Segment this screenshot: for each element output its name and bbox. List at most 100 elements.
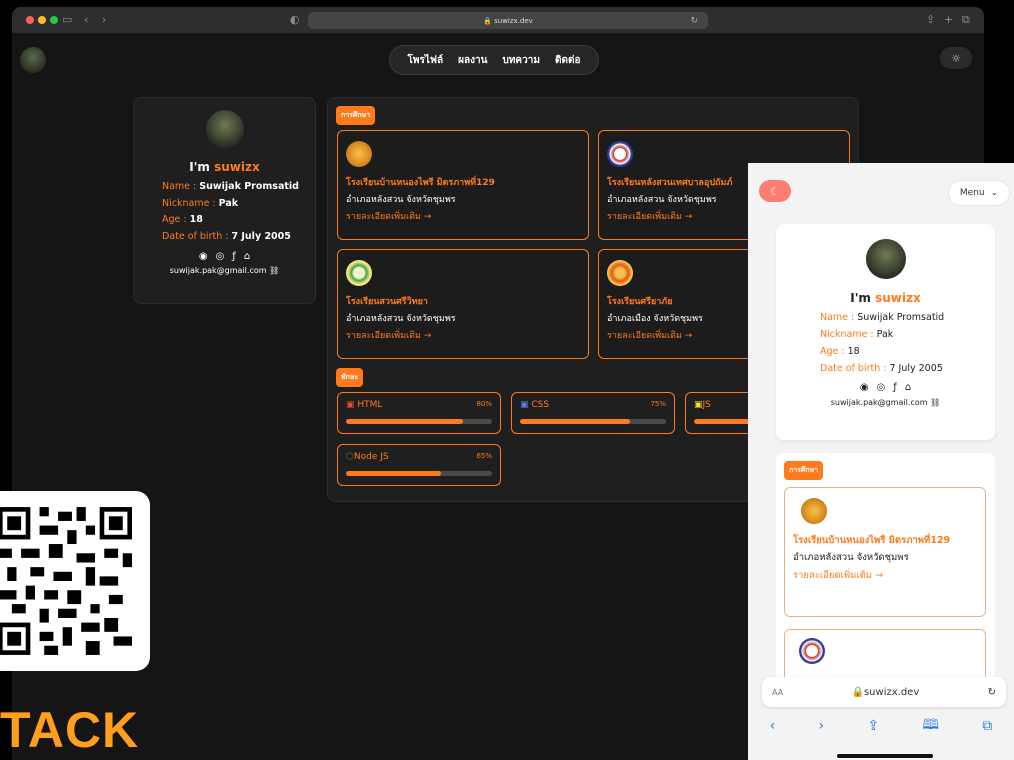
reload-icon[interactable]: ↻ [988, 687, 996, 698]
dob-value: 7 July 2005 [231, 230, 291, 242]
mobile-profile-card: I'm suwizx Name : Suwijak Promsatid Nick… [776, 224, 995, 440]
maximize-window-button[interactable] [50, 16, 58, 24]
chevron-down-icon: ⌄ [990, 188, 999, 198]
social-links: ◉ ◎ ƒ ⌂ [134, 251, 315, 262]
nickname-value: Pak [218, 197, 239, 209]
moon-icon: ☾ [770, 184, 780, 198]
theme-toggle-button[interactable]: ☼ [940, 47, 972, 69]
email-link[interactable]: suwijak.pak@gmail.com ⛓ [776, 398, 995, 407]
discord-icon[interactable]: ◉ [860, 382, 869, 393]
skill-progress-bar [346, 419, 492, 424]
close-window-button[interactable] [26, 16, 34, 24]
url-text: suwizx.dev [863, 686, 920, 698]
username-highlight: suwizx [875, 291, 921, 305]
reader-text-size-button[interactable]: AA [772, 688, 783, 697]
mobile-toolbar: ‹ › ⇪ 🕮 ⧉ [748, 711, 1014, 741]
skill-percent: 80% [476, 400, 492, 408]
dob-value: 7 July 2005 [889, 363, 943, 374]
skill-name: CSS [531, 400, 550, 410]
education-badge: การศึกษา [336, 106, 376, 125]
url-text: suwizx.dev [494, 16, 533, 25]
facebook-icon[interactable]: ƒ [893, 382, 897, 393]
share-icon[interactable]: ⇪ [926, 13, 935, 26]
skill-percent: 75% [650, 400, 666, 408]
social-links: ◉ ◎ ƒ ⌂ [776, 382, 995, 393]
tab-overview-icon[interactable]: ⧉ [962, 13, 970, 27]
nav-works[interactable]: ผลงาน [458, 53, 487, 68]
site-avatar[interactable] [20, 47, 46, 73]
age-label: Age : [820, 346, 848, 357]
privacy-shield-icon[interactable]: ◐ [290, 13, 300, 26]
dob-label: Date of birth : [820, 363, 890, 374]
skill-name: Node JS [353, 452, 389, 462]
school-card[interactable]: โรงเรียนสวนศรีวิทยา อำเภอหลังสวน จังหวัด… [337, 249, 589, 359]
school-details-link[interactable]: รายละเอียดเพิ่มเติม → [346, 328, 580, 342]
instagram-icon[interactable]: ◎ [216, 251, 225, 262]
skill-name: HTML [357, 400, 383, 410]
username-highlight: suwizx [214, 160, 260, 174]
lock-icon: 🔒 [851, 686, 864, 698]
greeting-text: I'm [850, 291, 876, 305]
nickname-label: Nickname : [820, 329, 877, 340]
github-icon[interactable]: ⌂ [905, 382, 911, 393]
skill-progress-fill [346, 471, 441, 476]
education-badge: การศึกษา [784, 461, 824, 480]
link-icon: ⛓ [266, 266, 280, 275]
forward-icon[interactable]: › [102, 13, 106, 26]
sidebar-toggle-icon[interactable]: ▭ [62, 13, 72, 26]
skill-card-html: ▣ HTML 80% [337, 392, 501, 434]
school-name: โรงเรียนบ้านหนองไพรี มิตรภาพที่129 [793, 535, 951, 546]
minimize-window-button[interactable] [38, 16, 46, 24]
facebook-icon[interactable]: ƒ [232, 251, 236, 262]
age-value: 18 [847, 346, 860, 357]
lock-icon: 🔒 [483, 16, 495, 25]
tabs-icon[interactable]: ⧉ [982, 718, 992, 734]
school-address: อำเภอหลังสวน จังหวัดชุมพร [346, 314, 456, 324]
school-name: โรงเรียนบ้านหนองไพรี มิตรภาพที่129 [346, 178, 495, 188]
nav-contact[interactable]: ติดต่อ [555, 53, 581, 68]
discord-icon[interactable]: ◉ [199, 251, 208, 262]
skill-progress-bar [520, 419, 666, 424]
bookmarks-icon[interactable]: 🕮 [922, 714, 939, 738]
github-icon[interactable]: ⌂ [244, 251, 250, 262]
skill-progress-fill [520, 419, 630, 424]
mobile-menu-button[interactable]: Menu ⌄ [948, 180, 1010, 206]
new-tab-icon[interactable]: + [944, 13, 953, 26]
menu-label: Menu [959, 188, 985, 198]
school-card[interactable]: โรงเรียนบ้านหนองไพรี มิตรภาพที่129 อำเภอ… [784, 487, 986, 617]
dob-label: Date of birth : [162, 230, 232, 242]
school-logo [607, 141, 633, 167]
nav-articles[interactable]: บทความ [502, 53, 539, 68]
name-label: Name : [820, 312, 858, 323]
main-nav: โพรไฟล์ ผลงาน บทความ ติดต่อ [389, 45, 599, 75]
avatar [865, 239, 906, 279]
nodejs-icon: ⬡ [346, 452, 354, 462]
back-icon[interactable]: ‹ [770, 718, 776, 734]
share-icon[interactable]: ⇪ [867, 718, 879, 734]
skill-progress-bar [346, 471, 492, 476]
school-logo [607, 260, 633, 286]
email-text: suwijak.pak@gmail.com [169, 266, 267, 275]
mobile-address-bar[interactable]: AA 🔒suwizx.dev ↻ [762, 677, 1006, 707]
instagram-icon[interactable]: ◎ [877, 382, 886, 393]
nickname-label: Nickname : [162, 197, 219, 209]
school-card[interactable]: โรงเรียนบ้านหนองไพรี มิตรภาพที่129 อำเภอ… [337, 130, 589, 240]
browser-titlebar: ▭ ‹ › ◐ 🔒 suwizx.dev ↻ ⇪ + ⧉ [12, 7, 984, 34]
skill-percent: 65% [476, 452, 492, 460]
mobile-theme-toggle[interactable]: ☾ [759, 180, 791, 202]
forward-icon[interactable]: › [819, 718, 825, 734]
school-details-link[interactable]: รายละเอียดเพิ่มเติม → [346, 209, 580, 223]
qr-code [0, 491, 150, 671]
school-details-link[interactable]: รายละเอียดเพิ่มเติม → [793, 568, 977, 583]
back-icon[interactable]: ‹ [84, 13, 88, 26]
reload-icon[interactable]: ↻ [690, 16, 698, 26]
skill-name: JS [702, 400, 711, 410]
skill-progress-fill [346, 419, 463, 424]
nav-profile[interactable]: โพรไฟล์ [408, 53, 444, 68]
name-value: Suwijak Promsatid [857, 312, 945, 323]
address-bar[interactable]: 🔒 suwizx.dev ↻ [308, 12, 708, 29]
skill-card-css: ▣ CSS 75% [511, 392, 675, 434]
school-logo [346, 260, 372, 286]
link-icon: ⛓ [927, 398, 941, 407]
email-link[interactable]: suwijak.pak@gmail.com ⛓ [134, 266, 315, 275]
